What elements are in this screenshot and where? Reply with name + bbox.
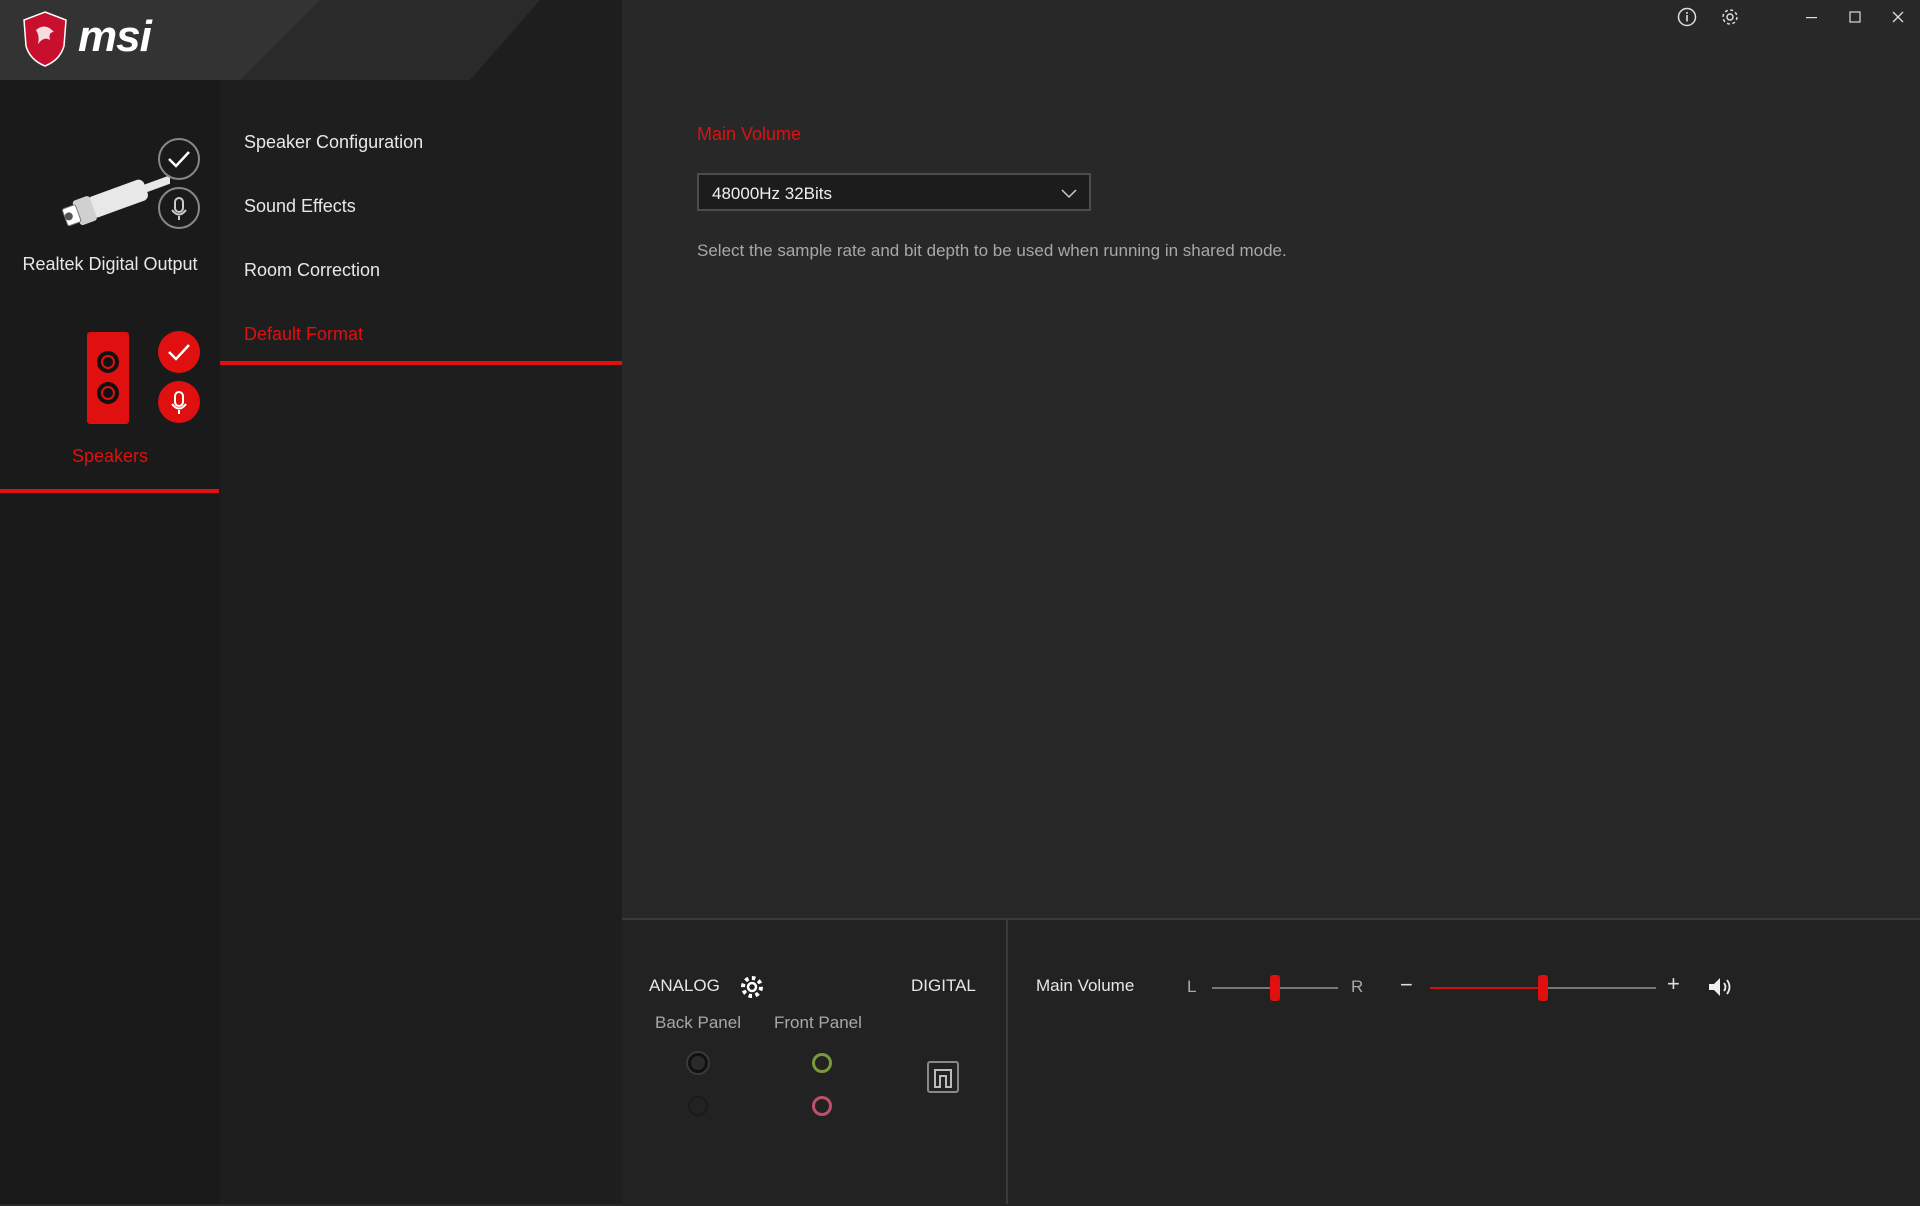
msi-dragon-shield-icon	[23, 11, 67, 67]
digital-label: DIGITAL	[911, 976, 976, 995]
volume-decrease-button[interactable]: −	[1400, 972, 1413, 998]
nav-default-format[interactable]: Default Format	[244, 324, 363, 345]
default-format-dropdown[interactable]: 48000Hz 32Bits	[697, 173, 1091, 211]
bottom-divider	[1006, 920, 1008, 1204]
nav-room-correction[interactable]: Room Correction	[244, 260, 380, 281]
back-panel-label: Back Panel	[655, 1013, 741, 1032]
microphone-circle-icon	[158, 381, 200, 423]
back-panel-jack-black[interactable]	[688, 1053, 708, 1073]
front-panel-jack-pink[interactable]	[812, 1096, 832, 1116]
volume-slider[interactable]	[1430, 973, 1656, 1003]
minimize-icon	[1806, 17, 1817, 19]
info-circle-icon	[1677, 7, 1697, 27]
close-icon	[1892, 11, 1904, 23]
close-button[interactable]	[1883, 4, 1913, 30]
front-panel-label: Front Panel	[774, 1013, 862, 1032]
speaker-volume-icon[interactable]	[1707, 975, 1735, 999]
device-label: Speakers	[71, 446, 149, 466]
maximize-button[interactable]	[1840, 4, 1870, 30]
back-panel-jack-dark[interactable]	[688, 1096, 708, 1116]
nav-speaker-configuration[interactable]: Speaker Configuration	[244, 132, 423, 153]
analog-label: ANALOG	[649, 976, 720, 995]
chevron-down-icon	[1061, 189, 1077, 199]
speaker-icon	[87, 332, 129, 424]
volume-fill	[1430, 987, 1543, 989]
active-device-indicator	[0, 489, 219, 493]
balance-right-label: R	[1351, 977, 1364, 996]
digital-cable-icon	[62, 173, 170, 227]
check-circle-icon	[158, 138, 200, 180]
settings-nav	[220, 0, 622, 1204]
volume-increase-button[interactable]: +	[1667, 971, 1680, 997]
section-title: Main Volume	[697, 124, 802, 144]
main-volume-label: Main Volume	[1036, 976, 1135, 995]
device-label: Realtek Digital Output	[22, 254, 198, 274]
balance-thumb[interactable]	[1270, 975, 1280, 1001]
check-circle-icon	[158, 331, 200, 373]
balance-left-label: L	[1187, 977, 1197, 996]
volume-thumb[interactable]	[1538, 975, 1548, 1001]
maximize-icon	[1849, 11, 1861, 23]
microphone-circle-icon	[158, 187, 200, 229]
brand-logo: msi	[78, 12, 152, 61]
settings-button[interactable]	[1715, 4, 1745, 30]
analog-settings-gear-icon[interactable]	[739, 974, 765, 1000]
front-panel-jack-green[interactable]	[812, 1053, 832, 1073]
nav-sound-effects[interactable]: Sound Effects	[244, 196, 356, 217]
gear-icon	[1722, 9, 1738, 25]
format-description: Select the sample rate and bit depth to …	[697, 241, 1287, 260]
dropdown-value: 48000Hz 32Bits	[712, 184, 833, 203]
device-speakers[interactable]: Speakers	[0, 320, 220, 493]
active-nav-indicator	[220, 361, 622, 365]
balance-slider[interactable]	[1212, 973, 1338, 1003]
digital-output-port-icon[interactable]	[926, 1060, 960, 1094]
info-button[interactable]	[1672, 4, 1702, 30]
minimize-button[interactable]	[1797, 4, 1827, 30]
device-realtek-digital-output[interactable]: Realtek Digital Output	[0, 120, 220, 290]
